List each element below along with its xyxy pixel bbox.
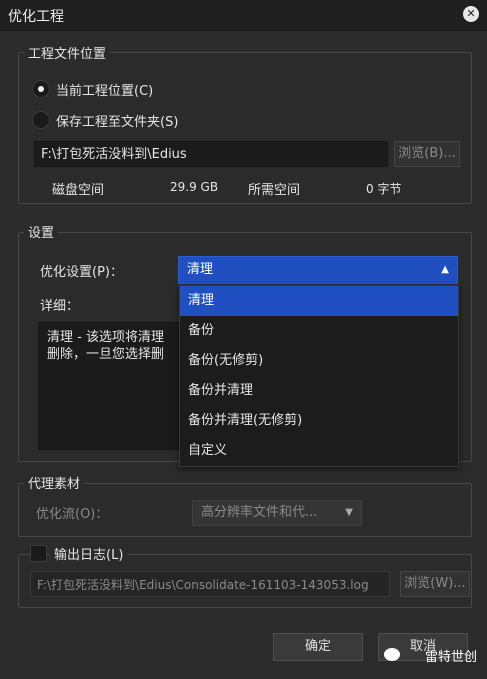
disk-space-label: 磁盘空间 (52, 183, 105, 198)
radio-current-location-label: 当前工程位置(C) (56, 84, 154, 99)
chevron-down-icon: ▼ (345, 507, 353, 518)
window-title: 优化工程 (8, 9, 64, 25)
optimize-stream-value: 高分辨率文件和代... (201, 505, 318, 520)
browse-button[interactable]: 浏览(B)... (394, 141, 460, 167)
radio-current-location[interactable] (32, 80, 50, 98)
settings-group-legend: 设置 (24, 222, 59, 241)
detail-label: 详细： (40, 299, 80, 314)
optimize-setting-dropdown: 清理 备份 备份(无修剪) 备份并清理 备份并清理(无修剪) 自定义 (179, 285, 459, 467)
log-browse-button[interactable]: 浏览(W)... (400, 571, 470, 597)
dropdown-option[interactable]: 备份(无修剪) (180, 346, 458, 376)
dropdown-option[interactable]: 清理 (180, 286, 458, 316)
ok-button[interactable]: 确定 (273, 633, 363, 661)
close-icon[interactable]: ✕ (463, 6, 479, 22)
location-group-legend: 工程文件位置 (24, 43, 111, 62)
required-space-label: 所需空间 (248, 183, 301, 198)
dropdown-option[interactable]: 备份 (180, 316, 458, 346)
radio-save-to-folder-label: 保存工程至文件夹(S) (56, 115, 179, 130)
optimize-setting-label: 优化设置(P)： (40, 265, 123, 280)
output-log-checkbox[interactable] (30, 545, 47, 562)
required-space-value: 0 字节 (366, 182, 402, 196)
dropdown-option[interactable]: 自定义 (180, 436, 458, 466)
watermark-text: 雷特世创 (424, 650, 477, 665)
proxy-group-legend: 代理素材 (24, 473, 85, 492)
optimize-setting-value: 清理 (187, 262, 214, 277)
chevron-up-icon: ▲ (441, 264, 449, 275)
log-path-field[interactable]: F:\打包死活没料到\Edius\Consolidate-161103-1430… (30, 571, 390, 597)
optimize-stream-select[interactable]: 高分辨率文件和代... ▼ (192, 500, 362, 526)
project-path-field[interactable]: F:\打包死活没料到\Edius (34, 141, 388, 167)
disk-space-value: 29.9 GB (170, 180, 219, 194)
dropdown-option[interactable]: 备份并清理 (180, 376, 458, 406)
output-log-label: 输出日志(L) (50, 544, 128, 563)
optimize-setting-select[interactable]: 清理 ▲ (178, 256, 458, 284)
title-bar: 优化工程 ✕ (0, 0, 487, 31)
dropdown-option[interactable]: 备份并清理(无修剪) (180, 406, 458, 436)
radio-save-to-folder[interactable] (32, 111, 50, 129)
wechat-icon (384, 648, 400, 661)
optimize-stream-label: 优化流(O)： (36, 507, 109, 522)
